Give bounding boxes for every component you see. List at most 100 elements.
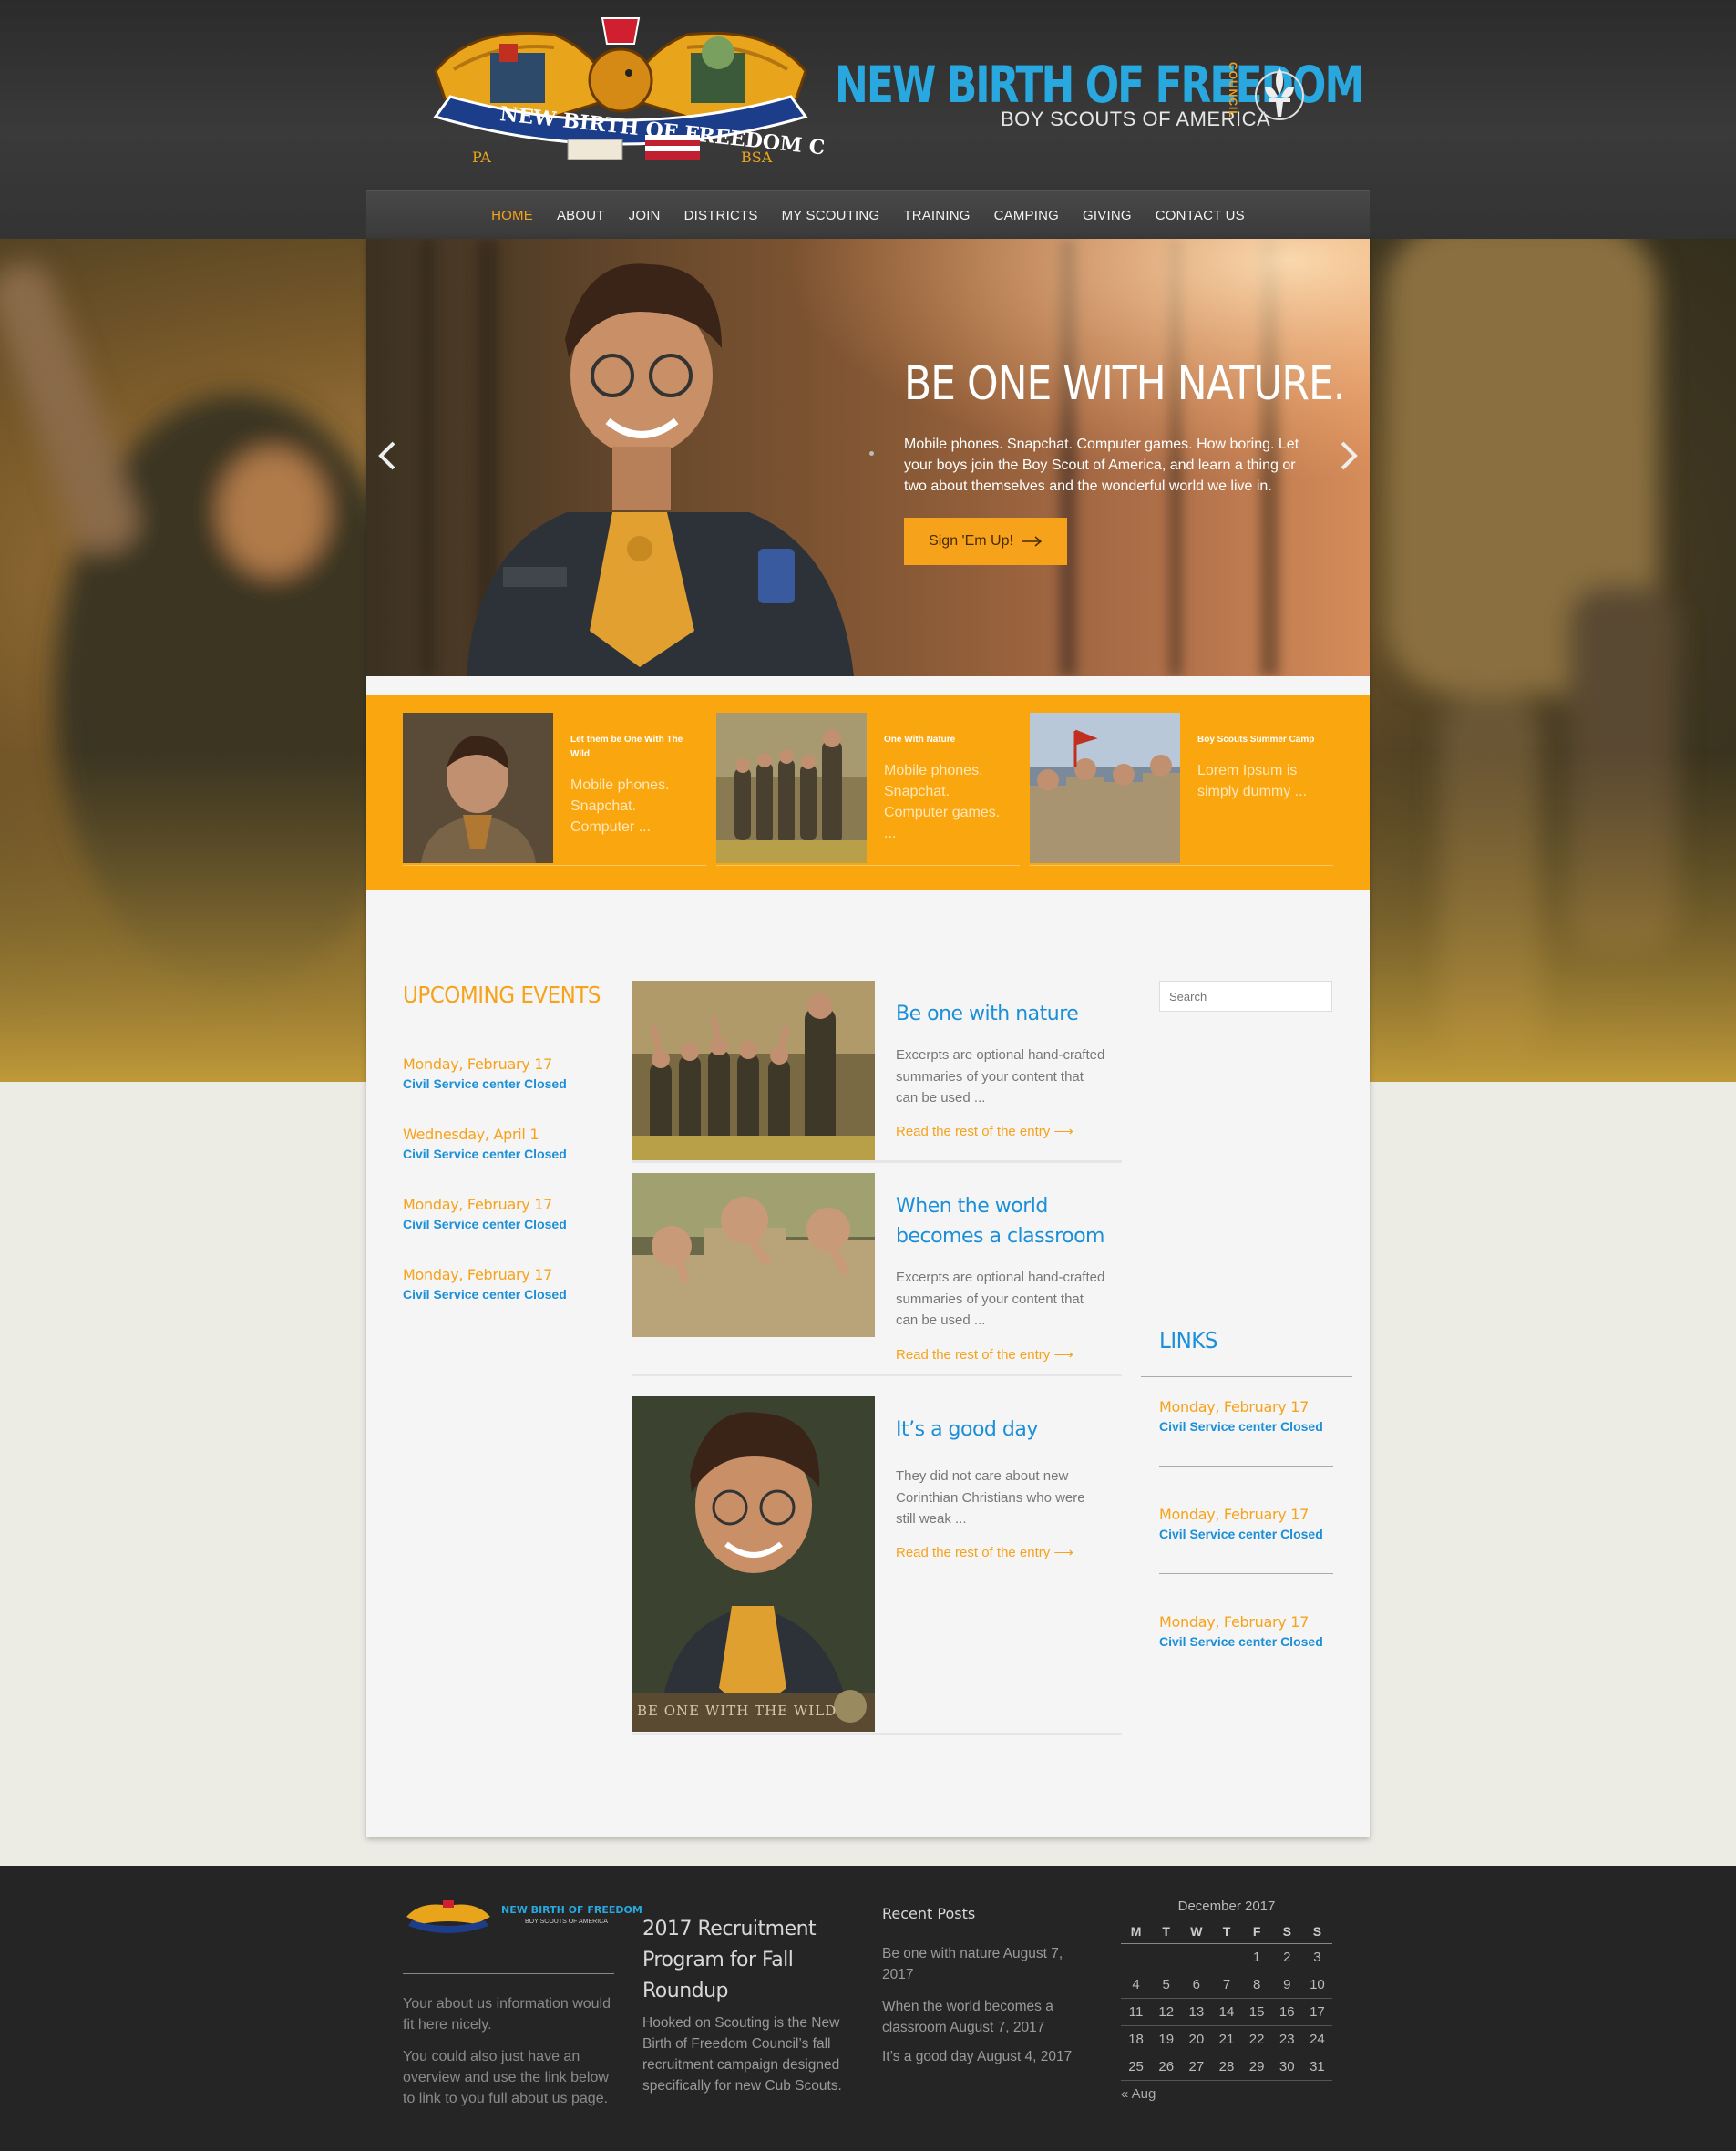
divider: [1159, 1573, 1333, 1574]
featured-item[interactable]: One With Nature Mobile phones. Snapchat.…: [716, 713, 1020, 866]
link-item[interactable]: Monday, February 17 Civil Service center…: [1159, 1613, 1323, 1649]
nav-item-home[interactable]: HOME: [479, 208, 545, 223]
footer-logo-text: NEW BIRTH OF FREEDOM: [501, 1904, 642, 1916]
nav-item-about[interactable]: ABOUT: [545, 208, 617, 223]
event-item[interactable]: Monday, February 17 Civil Service center…: [403, 1055, 567, 1091]
featured-item[interactable]: Let them be One With The Wild Mobile pho…: [403, 713, 706, 866]
arrow-right-icon: [1022, 536, 1043, 547]
chevron-right-icon[interactable]: [1335, 437, 1362, 474]
calendar-weekday: F: [1241, 1919, 1272, 1944]
event-name[interactable]: Civil Service center Closed: [403, 1147, 567, 1161]
calendar-day: 3: [1301, 1943, 1332, 1971]
footer-about-text: You could also just have an overview and…: [403, 2049, 609, 2106]
calendar-day: 29: [1241, 2053, 1272, 2081]
event-name[interactable]: Civil Service center Closed: [403, 1217, 567, 1231]
calendar-day: 18: [1121, 2025, 1152, 2053]
calendar-weekday: T: [1151, 1919, 1182, 1944]
nav-item-training[interactable]: TRAINING: [891, 208, 981, 223]
event-item[interactable]: Monday, February 17 Civil Service center…: [403, 1196, 567, 1231]
calendar-week: 18 19 20 21 22 23 24: [1121, 2025, 1332, 2053]
search-input[interactable]: [1159, 981, 1332, 1012]
calendar-day: 10: [1301, 1971, 1332, 1999]
post-title[interactable]: Be one with nature: [896, 999, 1105, 1029]
post-image[interactable]: [632, 1396, 875, 1732]
featured-item[interactable]: Boy Scouts Summer Camp Lorem Ipsum is si…: [1030, 713, 1333, 866]
link-name[interactable]: Civil Service center Closed: [1159, 1634, 1323, 1649]
event-item[interactable]: Monday, February 17 Civil Service center…: [403, 1266, 567, 1302]
featured-title[interactable]: Let them be One With The Wild: [570, 733, 689, 762]
wordmark-logo[interactable]: NEW BIRTH OF FREEDOM BOY SCOUTS OF AMERI…: [835, 57, 1364, 144]
calendar-weekday: W: [1181, 1919, 1212, 1944]
calendar-week: 4 5 6 7 8 9 10: [1121, 1971, 1332, 1999]
nav-item-camping[interactable]: CAMPING: [982, 208, 1071, 223]
featured-thumbnail[interactable]: [403, 713, 553, 863]
calendar-day: 30: [1271, 2053, 1302, 2081]
event-date: Monday, February 17: [403, 1055, 552, 1073]
calendar-weekday: M: [1121, 1919, 1152, 1944]
sign-up-button-label: Sign 'Em Up!: [929, 533, 1013, 549]
featured-title[interactable]: Boy Scouts Summer Camp: [1197, 733, 1316, 747]
footer-post-text: Hooked on Scouting is the New Birth of F…: [642, 2015, 842, 2094]
council-crest-logo[interactable]: NEW BIRTH OF FREEDOM COUNCIL PA BSA: [417, 16, 824, 173]
read-more-link[interactable]: Read the rest of the entry ⟶: [896, 1123, 1073, 1139]
calendar-prev-link[interactable]: « Aug: [1121, 2086, 1332, 2102]
nav-item-contact-us[interactable]: CONTACT US: [1144, 208, 1257, 223]
slider-dot[interactable]: [869, 451, 874, 456]
events-title: UPCOMING EVENTS: [403, 983, 601, 1009]
calendar-day: 5: [1151, 1971, 1182, 1999]
calendar-day: 25: [1121, 2053, 1152, 2081]
hero-title: BE ONE WITH NATURE.: [904, 357, 1346, 411]
calendar-day: 4: [1121, 1971, 1152, 1999]
hero-text: Mobile phones. Snapchat. Computer games.…: [904, 437, 1299, 494]
footer: [0, 1866, 1736, 2151]
post-title[interactable]: It’s a good day: [896, 1415, 1105, 1445]
calendar-day: 9: [1271, 1971, 1302, 1999]
links-title: LINKS: [1159, 1328, 1217, 1354]
recent-posts-title: Recent Posts: [882, 1905, 976, 1922]
nav-item-districts[interactable]: DISTRICTS: [673, 208, 770, 223]
footer-logo[interactable]: NEW BIRTH OF FREEDOM BOY SCOUTS OF AMERI…: [403, 1900, 642, 1937]
nav-item-giving[interactable]: GIVING: [1071, 208, 1144, 223]
post-image[interactable]: [632, 981, 875, 1160]
nav-item-join[interactable]: JOIN: [617, 208, 673, 223]
wordmark-council: COUNCIL: [1227, 62, 1239, 118]
main-nav: HOME ABOUT JOIN DISTRICTS MY SCOUTING TR…: [366, 190, 1370, 239]
post-image[interactable]: [632, 1173, 875, 1337]
link-name[interactable]: Civil Service center Closed: [1159, 1527, 1323, 1541]
link-name[interactable]: Civil Service center Closed: [1159, 1419, 1323, 1434]
calendar-caption: December 2017: [1177, 1899, 1276, 1914]
featured-excerpt: Mobile phones. Snapchat. Computer games.…: [884, 763, 1001, 841]
footer-about-text: Your about us information would fit here…: [403, 1996, 611, 2033]
chevron-left-icon[interactable]: [374, 437, 401, 474]
nav-item-my-scouting[interactable]: MY SCOUTING: [770, 208, 892, 223]
calendar-day: 2: [1271, 1943, 1302, 1971]
post-title[interactable]: When the world becomes a classroom: [896, 1191, 1105, 1251]
link-item[interactable]: Monday, February 17 Civil Service center…: [1159, 1398, 1323, 1434]
divider: [1141, 1376, 1352, 1377]
post-item: Be one with nature Excerpts are optional…: [632, 981, 1122, 1163]
calendar-day: 13: [1181, 1998, 1212, 2026]
calendar-day: 20: [1181, 2025, 1212, 2053]
calendar-day: 7: [1211, 1971, 1242, 1999]
link-item[interactable]: Monday, February 17 Civil Service center…: [1159, 1506, 1323, 1541]
recent-post-link[interactable]: When the world becomes a classroom Augus…: [882, 1996, 1083, 2038]
read-more-link[interactable]: Read the rest of the entry ⟶: [896, 1544, 1073, 1560]
featured-thumbnail[interactable]: [716, 713, 867, 863]
event-item[interactable]: Wednesday, April 1 Civil Service center …: [403, 1126, 567, 1161]
event-name[interactable]: Civil Service center Closed: [403, 1287, 567, 1302]
read-more-link[interactable]: Read the rest of the entry ⟶: [896, 1346, 1073, 1363]
calendar-day: 27: [1181, 2053, 1212, 2081]
event-name[interactable]: Civil Service center Closed: [403, 1076, 567, 1091]
featured-thumbnail[interactable]: [1030, 713, 1180, 863]
fleur-de-lis-icon: [1255, 67, 1304, 120]
calendar-day: 12: [1151, 1998, 1182, 2026]
calendar-day: 1: [1241, 1943, 1272, 1971]
calendar-day: 14: [1211, 1998, 1242, 2026]
sign-up-button[interactable]: Sign 'Em Up!: [904, 518, 1067, 565]
recent-post-link[interactable]: It’s a good day August 4, 2017: [882, 2046, 1083, 2067]
recent-post-link[interactable]: Be one with nature August 7, 2017: [882, 1943, 1083, 1985]
calendar-day: 31: [1301, 2053, 1332, 2081]
footer-post-title[interactable]: 2017 Recruitment Program for Fall Roundu…: [642, 1914, 857, 2007]
calendar-day: [1181, 1943, 1212, 1971]
featured-title[interactable]: One With Nature: [884, 733, 1002, 747]
